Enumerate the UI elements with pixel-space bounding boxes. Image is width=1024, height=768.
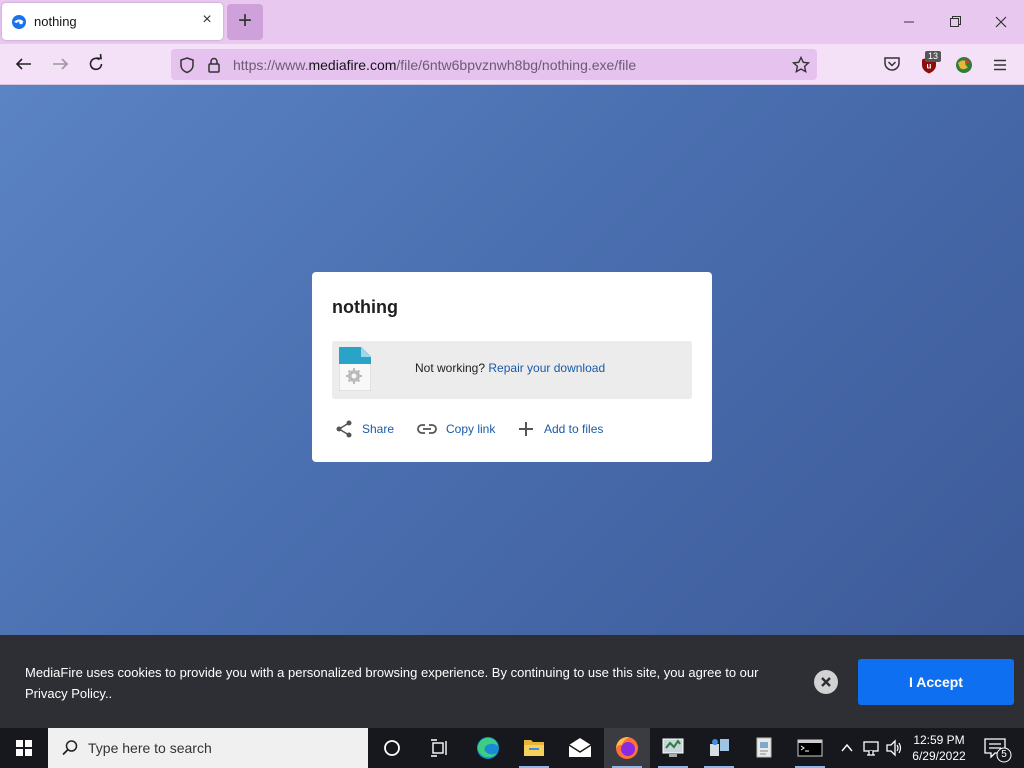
copy-link-button[interactable]: Copy link bbox=[416, 418, 495, 440]
app-taskbar-button-3[interactable] bbox=[741, 728, 787, 768]
mail-taskbar-button[interactable] bbox=[557, 728, 603, 768]
task-view-icon bbox=[431, 739, 447, 757]
search-placeholder: Type here to search bbox=[88, 740, 212, 756]
monitor-app-icon bbox=[662, 738, 684, 757]
url-domain: mediafire.com bbox=[308, 57, 397, 73]
system-clock[interactable]: 12:59 PM 6/29/2022 bbox=[908, 732, 970, 764]
minimize-icon bbox=[904, 21, 914, 23]
tab-title: nothing bbox=[34, 14, 77, 29]
firefox-icon bbox=[616, 737, 638, 759]
network-app-icon bbox=[710, 739, 729, 756]
restore-icon bbox=[950, 16, 961, 27]
download-box: Not working? Repair your download bbox=[332, 341, 692, 399]
cookie-close-button[interactable] bbox=[814, 670, 838, 694]
restore-button[interactable] bbox=[940, 8, 970, 36]
mediafire-favicon-icon bbox=[12, 15, 26, 29]
ublock-count-badge: 13 bbox=[925, 51, 941, 62]
taskbar: Type here to search 12:59 PM 6/29/2022 5 bbox=[0, 728, 1024, 768]
mail-icon bbox=[568, 738, 592, 757]
document-app-icon bbox=[756, 737, 772, 758]
search-icon bbox=[62, 740, 78, 756]
terminal-taskbar-button[interactable] bbox=[787, 728, 833, 768]
forward-button[interactable] bbox=[46, 50, 74, 78]
repair-download-link[interactable]: Repair your download bbox=[488, 361, 605, 375]
file-name: nothing bbox=[332, 297, 398, 317]
chevron-up-icon[interactable] bbox=[838, 728, 856, 768]
plus-icon bbox=[519, 422, 533, 436]
clock-date: 6/29/2022 bbox=[912, 749, 966, 763]
back-button[interactable] bbox=[10, 50, 38, 78]
task-view-button[interactable] bbox=[416, 728, 462, 768]
close-icon bbox=[821, 677, 831, 687]
extension-globe-icon[interactable] bbox=[954, 55, 974, 75]
tab-nothing[interactable]: nothing × bbox=[2, 3, 223, 40]
lock-icon[interactable] bbox=[204, 55, 224, 75]
app-taskbar-button-1[interactable] bbox=[650, 728, 696, 768]
not-working-text: Not working? Repair your download bbox=[415, 361, 606, 375]
share-icon bbox=[336, 420, 352, 438]
app-taskbar-button-2[interactable] bbox=[696, 728, 742, 768]
bookmark-star-icon[interactable] bbox=[791, 55, 811, 75]
download-card: nothing Not working? Repair your downloa… bbox=[312, 272, 712, 462]
add-to-files-label: Add to files bbox=[544, 422, 604, 436]
edge-icon bbox=[477, 737, 499, 759]
notification-icon bbox=[984, 738, 1012, 763]
tab-bar: nothing × + bbox=[0, 0, 1024, 44]
pocket-icon[interactable] bbox=[882, 54, 902, 74]
notification-center-button[interactable]: 5 bbox=[980, 728, 1016, 768]
volume-icon[interactable] bbox=[884, 728, 904, 768]
share-label: Share bbox=[362, 422, 395, 436]
reload-button[interactable] bbox=[82, 50, 110, 78]
svg-text:u: u bbox=[927, 62, 932, 71]
copy-link-label: Copy link bbox=[446, 422, 496, 436]
hamburger-menu-icon[interactable] bbox=[990, 55, 1010, 75]
close-window-button[interactable] bbox=[986, 8, 1016, 36]
start-button[interactable] bbox=[0, 728, 48, 768]
firefox-taskbar-button[interactable] bbox=[604, 728, 650, 768]
cortana-button[interactable] bbox=[369, 728, 415, 768]
shield-icon[interactable] bbox=[177, 55, 197, 75]
add-to-files-button[interactable]: Add to files bbox=[516, 418, 603, 440]
folder-icon bbox=[524, 740, 544, 756]
notification-count: 5 bbox=[1001, 749, 1007, 760]
edge-taskbar-button[interactable] bbox=[465, 728, 511, 768]
terminal-icon bbox=[797, 739, 823, 757]
accept-cookies-button[interactable]: I Accept bbox=[858, 659, 1014, 705]
address-bar[interactable]: https://www.mediafire.com/file/6ntw6bpvz… bbox=[171, 49, 817, 80]
cookie-banner: MediaFire uses cookies to provide you wi… bbox=[0, 635, 1024, 728]
link-icon bbox=[417, 424, 437, 434]
arrow-left-icon bbox=[15, 58, 31, 70]
file-explorer-taskbar-button[interactable] bbox=[511, 728, 557, 768]
cortana-circle-icon bbox=[384, 740, 400, 756]
taskbar-search-box[interactable]: Type here to search bbox=[48, 728, 368, 768]
close-icon bbox=[995, 16, 1007, 28]
clock-time: 12:59 PM bbox=[913, 733, 965, 747]
arrow-right-icon bbox=[53, 58, 69, 70]
minimize-button[interactable] bbox=[894, 8, 924, 36]
tab-close-icon[interactable]: × bbox=[199, 12, 215, 28]
windows-logo-icon bbox=[16, 740, 32, 756]
reload-icon bbox=[89, 53, 103, 71]
cookie-message: MediaFire uses cookies to provide you wi… bbox=[25, 665, 759, 701]
network-icon[interactable] bbox=[861, 728, 881, 768]
share-button[interactable]: Share bbox=[334, 418, 394, 440]
new-tab-button[interactable]: + bbox=[227, 4, 263, 40]
url-text[interactable]: https://www.mediafire.com/file/6ntw6bpvz… bbox=[233, 57, 636, 73]
exe-file-icon bbox=[339, 347, 371, 391]
